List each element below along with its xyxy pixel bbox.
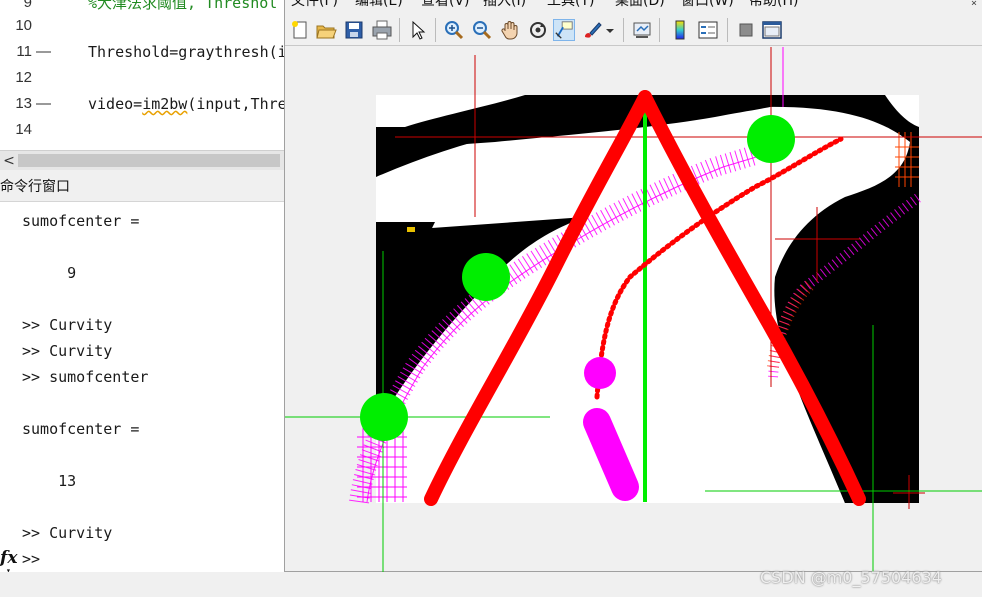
code-text: video=im2bw(input,Thre bbox=[88, 93, 287, 115]
insert-colorbar-icon[interactable] bbox=[669, 19, 691, 41]
toolbar-separator bbox=[659, 18, 660, 42]
code-line-12[interactable]: 12 bbox=[0, 67, 290, 89]
code-line-11[interactable]: 11 — Threshold=graythresh(i bbox=[0, 41, 290, 63]
line-number: 13 bbox=[15, 95, 32, 112]
yellow-speck bbox=[407, 227, 415, 232]
figure-window[interactable]: 文件(F) 编辑(E) 查看(V) 插入(I) 工具(T) 桌面(D) 窗口(W… bbox=[284, 0, 982, 572]
command-window[interactable]: sumofcenter = 9 >> Curvity >> Curvity >>… bbox=[0, 202, 290, 597]
code-editor[interactable]: 9 %大津法求阈值, Threshol 10 11 — Threshold=gr… bbox=[0, 0, 290, 150]
code-text-suffix: (input,Thre bbox=[187, 95, 287, 113]
rotate-3d-icon[interactable] bbox=[527, 19, 549, 41]
scroll-left-icon[interactable]: < bbox=[2, 151, 16, 171]
menu-edit[interactable]: 编辑(E) bbox=[355, 0, 403, 10]
function-name: im2bw bbox=[142, 95, 188, 113]
command-history-line: >> Curvity bbox=[22, 316, 113, 334]
menu-file[interactable]: 文件(F) bbox=[291, 0, 338, 10]
code-line-9[interactable]: 9 %大津法求阈值, Threshol bbox=[0, 0, 290, 14]
toolbar-separator bbox=[435, 18, 436, 42]
command-window-title: 命令行窗口 bbox=[0, 172, 290, 202]
close-icon[interactable]: × bbox=[971, 0, 977, 9]
open-file-icon[interactable] bbox=[315, 19, 337, 41]
insert-legend-icon[interactable] bbox=[697, 19, 719, 41]
breakpoint-dash[interactable]: — bbox=[36, 93, 51, 115]
show-plot-tools-icon[interactable] bbox=[761, 19, 783, 41]
zoom-out-icon[interactable] bbox=[471, 19, 493, 41]
figure-toolbar bbox=[285, 12, 982, 46]
command-history-line: >> sumofcenter bbox=[22, 368, 149, 386]
command-output-line: sumofcenter = bbox=[22, 420, 140, 438]
green-circle-marker bbox=[462, 253, 510, 301]
code-text-prefix: video= bbox=[88, 95, 143, 113]
menu-window[interactable]: 窗口(W) bbox=[681, 0, 734, 10]
new-figure-icon[interactable] bbox=[289, 19, 311, 41]
figure-menubar: 文件(F) 编辑(E) 查看(V) 插入(I) 工具(T) 桌面(D) 窗口(W… bbox=[285, 0, 982, 10]
green-circle-marker bbox=[747, 115, 795, 163]
print-icon[interactable] bbox=[371, 19, 393, 41]
command-output-line: 9 bbox=[22, 264, 77, 282]
menu-insert[interactable]: 插入(I) bbox=[483, 0, 526, 10]
command-history-line: >> Curvity bbox=[22, 342, 113, 360]
breakpoint-dash[interactable]: — bbox=[36, 41, 51, 63]
chevron-down-icon[interactable] bbox=[603, 19, 617, 41]
code-line-14[interactable]: 14 bbox=[0, 119, 290, 141]
image-plot[interactable] bbox=[285, 47, 982, 572]
code-line-10[interactable]: 10 bbox=[0, 15, 290, 37]
toolbar-separator bbox=[727, 18, 728, 42]
command-prompt-input[interactable]: >> bbox=[22, 550, 40, 568]
green-circle-marker bbox=[360, 393, 408, 441]
scrollbar-thumb[interactable] bbox=[18, 154, 280, 167]
toolbar-separator bbox=[399, 18, 400, 42]
code-line-13[interactable]: 13 — video=im2bw(input,Thre bbox=[0, 93, 290, 115]
command-history-line: >> Curvity bbox=[22, 524, 113, 542]
hide-plot-tools-icon[interactable] bbox=[735, 19, 757, 41]
command-output-line: sumofcenter = bbox=[22, 212, 140, 230]
link-plot-icon[interactable] bbox=[631, 19, 653, 41]
code-text: %大津法求阈值, Threshol bbox=[88, 0, 278, 12]
toolbar-separator bbox=[623, 18, 624, 42]
brush-icon[interactable] bbox=[581, 19, 603, 41]
line-number: 11 bbox=[16, 43, 32, 60]
pan-hand-icon[interactable] bbox=[499, 19, 521, 41]
function-browser-icon[interactable]: fx bbox=[0, 548, 17, 568]
editor-horizontal-scrollbar[interactable]: < bbox=[0, 150, 290, 170]
magenta-blob-top bbox=[584, 357, 616, 389]
line-number: 10 bbox=[15, 17, 32, 34]
save-icon[interactable] bbox=[343, 19, 365, 41]
line-number: 9 bbox=[23, 0, 32, 11]
menu-help[interactable]: 帮助(H) bbox=[749, 0, 798, 10]
menu-tools[interactable]: 工具(T) bbox=[547, 0, 594, 10]
zoom-in-icon[interactable] bbox=[443, 19, 465, 41]
code-text: Threshold=graythresh(i bbox=[88, 43, 287, 61]
select-arrow-icon[interactable] bbox=[407, 19, 429, 41]
command-output-line: 13 bbox=[22, 472, 77, 490]
watermark-text: CSDN @m0_57504634 bbox=[760, 568, 942, 587]
figure-canvas[interactable] bbox=[285, 47, 982, 572]
line-number: 14 bbox=[15, 121, 32, 138]
data-cursor-icon[interactable] bbox=[553, 19, 575, 41]
menu-desktop[interactable]: 桌面(D) bbox=[615, 0, 665, 10]
line-number: 12 bbox=[15, 69, 32, 86]
menu-view[interactable]: 查看(V) bbox=[421, 0, 470, 10]
